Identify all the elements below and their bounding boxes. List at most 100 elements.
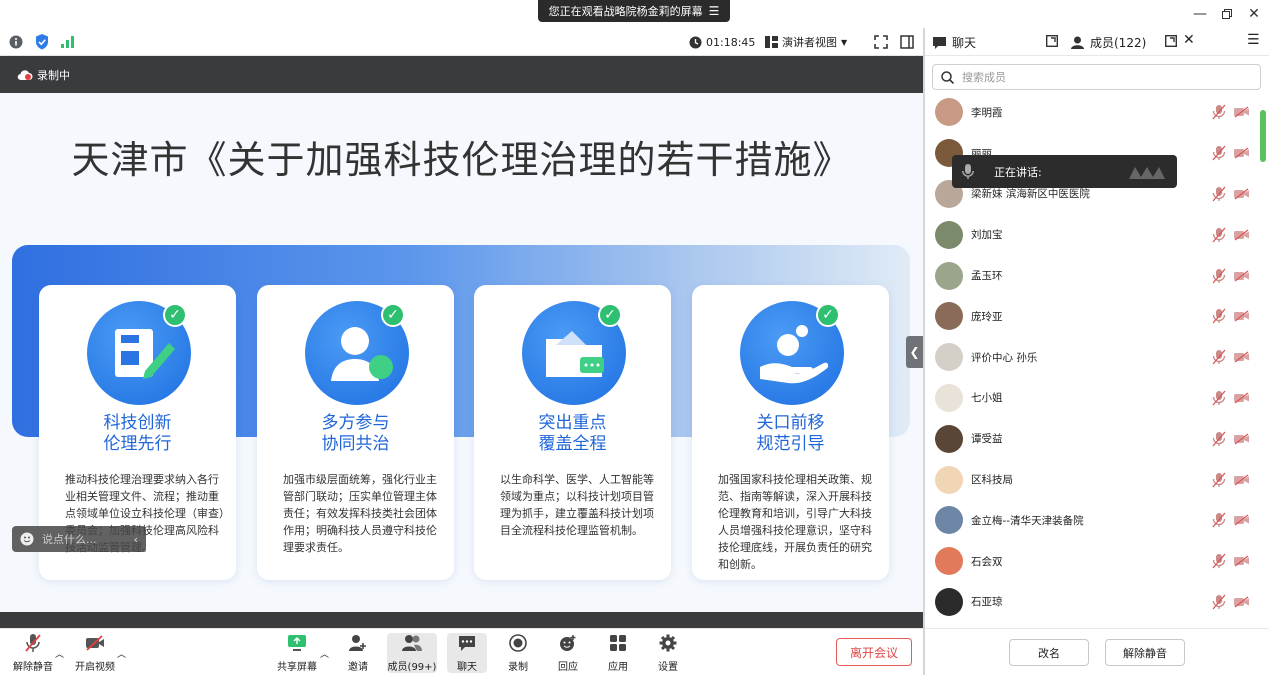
unmute-all-button[interactable]: 解除静音 (1105, 639, 1185, 666)
mic-muted-icon[interactable] (1212, 512, 1226, 528)
camera-off-icon[interactable] (1234, 433, 1250, 445)
sidebar-toggle-icon[interactable] (900, 35, 914, 49)
camera-off-icon[interactable] (1234, 596, 1250, 608)
view-mode-label: 演讲者视图 (782, 36, 837, 49)
member-row[interactable]: 李明霞 (925, 92, 1255, 133)
mic-muted-icon[interactable] (1212, 186, 1226, 202)
mic-muted-icon[interactable] (1212, 145, 1226, 161)
search-placeholder: 搜索成员 (962, 71, 1006, 84)
rename-button[interactable]: 改名 (1009, 639, 1089, 666)
close-icon[interactable]: ✕ (1183, 32, 1195, 48)
close-icon[interactable]: ✕ (1244, 4, 1264, 24)
member-row[interactable]: 庞玲亚 (925, 296, 1255, 337)
recording-label: 录制中 (37, 69, 70, 82)
camera-off-icon[interactable] (1234, 555, 1250, 567)
panel-tab-bar: 聊天 成员(122) ✕ ☰ (925, 28, 1269, 56)
mic-muted-icon[interactable] (1212, 390, 1226, 406)
camera-off-icon[interactable] (1234, 310, 1250, 322)
mic-muted-icon[interactable] (1212, 227, 1226, 243)
mic-muted-icon[interactable] (1212, 472, 1226, 488)
camera-off-icon[interactable] (1234, 351, 1250, 363)
member-name: 刘加宝 (971, 229, 1003, 242)
chevron-up-icon[interactable]: ︿ (320, 647, 329, 660)
react-button[interactable]: 回应 (553, 633, 583, 673)
card-body: 加强国家科技伦理相关政策、规范、指南等解读，深入开展科技伦理教育和培训，引导广大… (718, 473, 872, 571)
camera-off-icon[interactable] (1234, 270, 1250, 282)
share-screen-button[interactable]: 共享屏幕 (276, 633, 318, 673)
recording-status[interactable]: 录制中 (17, 67, 70, 83)
minimize-icon[interactable]: — (1190, 4, 1210, 24)
member-row[interactable]: 金立梅--清华天津装备院 (925, 500, 1255, 541)
mic-muted-icon[interactable] (1212, 104, 1226, 120)
chat-button[interactable]: 聊天 (447, 633, 487, 673)
camera-off-icon[interactable] (1234, 514, 1250, 526)
mic-muted-icon[interactable] (1212, 349, 1226, 365)
tab-chat[interactable]: 聊天 (933, 34, 976, 51)
member-list-scrollbar[interactable] (1260, 110, 1266, 162)
invite-label: 邀请 (348, 662, 368, 673)
mic-muted-icon[interactable] (1212, 553, 1226, 569)
camera-off-icon[interactable] (1234, 229, 1250, 241)
screen-share-banner[interactable]: 您正在观看战略院杨金莉的屏幕 ☰ (538, 0, 730, 22)
popout-icon[interactable] (1046, 35, 1058, 47)
camera-off-icon[interactable] (1234, 147, 1250, 159)
chat-quick-input[interactable]: 说点什么... ‹ (12, 526, 146, 552)
camera-off-icon[interactable] (1234, 392, 1250, 404)
mic-muted-icon[interactable] (1212, 594, 1226, 610)
member-row[interactable]: 石会双 (925, 541, 1255, 582)
chevron-up-icon[interactable]: ︿ (117, 647, 126, 660)
speaking-label: 正在讲话: (994, 165, 1042, 179)
menu-icon[interactable]: ☰ (1247, 32, 1260, 48)
start-video-button[interactable]: 开启视频 (74, 633, 116, 673)
record-icon (507, 633, 529, 653)
collapse-panel-button[interactable]: ❮ (906, 336, 923, 368)
record-button[interactable]: 录制 (503, 633, 533, 673)
fullscreen-icon[interactable] (874, 35, 888, 49)
members-button[interactable]: 成员(99+) (387, 633, 437, 673)
member-row[interactable]: 刘加宝 (925, 214, 1255, 255)
list-icon[interactable]: ☰ (709, 4, 720, 18)
apps-button[interactable]: 应用 (603, 633, 633, 673)
camera-off-icon[interactable] (1234, 474, 1250, 486)
check-icon: ✓ (381, 303, 405, 327)
avatar (935, 302, 963, 331)
signal-icon[interactable] (61, 36, 75, 48)
info-icon[interactable] (9, 35, 23, 49)
shield-icon[interactable] (35, 34, 49, 50)
timer-text: 01:18:45 (706, 35, 756, 49)
leave-meeting-button[interactable]: 离开会议 (836, 638, 912, 666)
member-row[interactable]: 谭受益 (925, 418, 1255, 459)
member-row[interactable]: 孟玉环 (925, 255, 1255, 296)
mic-muted-icon[interactable] (1212, 431, 1226, 447)
bottom-toolbar: 解除静音 ︿ 开启视频 ︿ 共享屏幕 ︿ 邀请 成员(99+) 聊天 录制 回应… (0, 628, 925, 675)
settings-button[interactable]: 设置 (653, 633, 683, 673)
cloud-record-icon (17, 69, 33, 81)
popout-icon[interactable] (1165, 35, 1177, 47)
apps-grid-icon (607, 633, 629, 653)
chevron-left-icon[interactable]: ‹ (134, 533, 138, 546)
emoji-icon[interactable] (20, 532, 34, 546)
view-mode-dropdown[interactable]: 演讲者视图 ▼ (765, 32, 847, 52)
member-name: 石会双 (971, 555, 1003, 568)
tab-members[interactable]: 成员(122) (1071, 34, 1146, 51)
member-name: 评价中心 孙乐 (971, 351, 1038, 364)
chevron-left-icon: ❮ (909, 345, 920, 359)
invite-button[interactable]: 邀请 (343, 633, 373, 673)
member-search-input[interactable]: 搜索成员 (932, 64, 1261, 90)
search-icon (941, 70, 954, 84)
member-name: 金立梅--清华天津装备院 (971, 514, 1084, 527)
member-row[interactable]: 七小姐 (925, 378, 1255, 419)
member-row[interactable]: 评价中心 孙乐 (925, 337, 1255, 378)
mic-muted-icon[interactable] (1212, 308, 1226, 324)
tab-chat-label: 聊天 (952, 36, 977, 50)
member-name: 谭受益 (971, 433, 1003, 446)
unmute-button[interactable]: 解除静音 (12, 633, 54, 673)
camera-off-icon[interactable] (1234, 188, 1250, 200)
member-row[interactable]: 区科技局 (925, 459, 1255, 500)
mic-muted-icon[interactable] (1212, 268, 1226, 284)
chevron-up-icon[interactable]: ︿ (55, 647, 64, 660)
member-row[interactable]: 石亚琼 (925, 582, 1255, 622)
camera-off-icon[interactable] (1234, 106, 1250, 118)
restore-icon[interactable] (1217, 4, 1237, 24)
layout-icon (765, 36, 778, 48)
